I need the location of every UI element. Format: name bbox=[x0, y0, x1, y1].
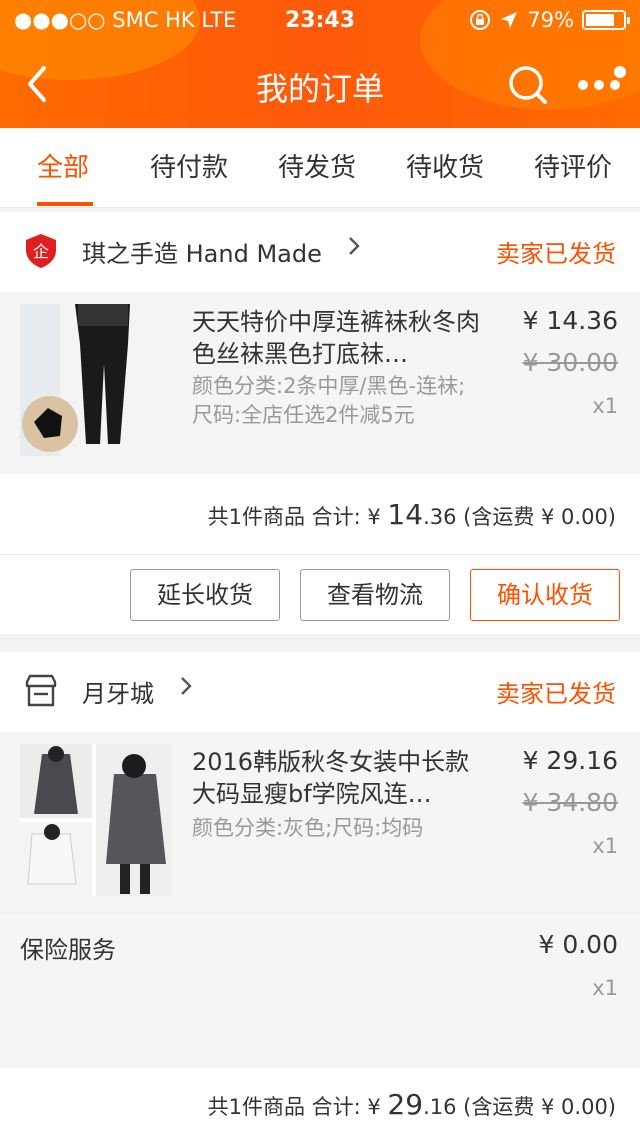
insurance-quantity: x1 bbox=[592, 976, 618, 1000]
summary-shipping: (含运费 ¥ 0.00) bbox=[456, 505, 616, 529]
tab-pending-review[interactable]: 待评价 bbox=[534, 128, 612, 208]
tab-pending-payment[interactable]: 待付款 bbox=[150, 128, 228, 208]
confirm-receipt-button[interactable]: 确认收货 bbox=[470, 569, 620, 621]
product-price: ¥ 29.16 bbox=[522, 746, 618, 775]
summary-shipping: (含运费 ¥ 0.00) bbox=[456, 1095, 616, 1119]
shop-name: 琪之手造 Hand Made bbox=[82, 240, 322, 268]
summary-amount-decimal: .36 bbox=[423, 505, 457, 529]
active-tab-indicator bbox=[37, 202, 93, 206]
more-dot-icon bbox=[578, 80, 588, 90]
order-summary: 共1件商品 合计: ¥ 14.36 (含运费 ¥ 0.00) bbox=[0, 474, 640, 554]
tab-all[interactable]: 全部 bbox=[37, 128, 89, 208]
product-price: ¥ 14.36 bbox=[522, 306, 618, 335]
summary-prefix: 共1件商品 合计: ¥ bbox=[207, 505, 388, 529]
summary-prefix: 共1件商品 合计: ¥ bbox=[207, 1095, 388, 1119]
summary-amount-decimal: .16 bbox=[423, 1095, 457, 1119]
more-dot-icon bbox=[610, 80, 620, 90]
original-price: ¥ 30.00 bbox=[522, 348, 618, 377]
insurance-price: ¥ 0.00 bbox=[538, 930, 618, 959]
shop-name: 月牙城 bbox=[82, 680, 154, 708]
summary-amount-integer: 29 bbox=[387, 1088, 424, 1121]
chevron-right-icon bbox=[178, 672, 194, 707]
chevron-right-icon bbox=[346, 232, 362, 267]
order-status: 卖家已发货 bbox=[496, 680, 616, 708]
product-quantity: x1 bbox=[592, 394, 618, 418]
product-image bbox=[20, 744, 172, 896]
order-item[interactable]: 天天特价中厚连裤袜秋冬肉色丝袜黑色打底袜… 颜色分类:2条中厚/黑色-连袜;尺码… bbox=[0, 292, 640, 472]
order-status: 卖家已发货 bbox=[496, 240, 616, 268]
order-summary: 共1件商品 合计: ¥ 29.16 (含运费 ¥ 0.00) bbox=[0, 1068, 640, 1136]
search-icon bbox=[509, 66, 547, 104]
search-button[interactable] bbox=[505, 62, 551, 108]
orientation-lock-icon bbox=[470, 10, 491, 30]
order-tabs: 全部 待付款 待发货 待收货 待评价 bbox=[0, 128, 640, 208]
location-arrow-icon bbox=[501, 12, 518, 28]
notification-dot-icon bbox=[614, 66, 626, 78]
enterprise-shield-icon: 企 bbox=[26, 234, 56, 268]
product-title: 天天特价中厚连裤袜秋冬肉色丝袜黑色打底袜… bbox=[192, 308, 480, 368]
more-button[interactable] bbox=[572, 62, 632, 108]
product-spec: 颜色分类:2条中厚/黑色-连袜;尺码:全店任选2件减5元 bbox=[192, 374, 466, 427]
store-icon bbox=[25, 674, 57, 707]
order-item[interactable]: 2016韩版秋冬女装中长款大码显瘦bf学院风连… 颜色分类:灰色;尺码:均码 ¥… bbox=[0, 732, 640, 912]
order-actions: 延长收货 查看物流 确认收货 bbox=[0, 554, 640, 634]
battery-icon bbox=[582, 10, 630, 30]
product-title: 2016韩版秋冬女装中长款大码显瘦bf学院风连… bbox=[192, 748, 470, 808]
tab-pending-shipment[interactable]: 待发货 bbox=[278, 128, 356, 208]
product-spec: 颜色分类:灰色;尺码:均码 bbox=[192, 816, 424, 840]
battery-percent: 79% bbox=[527, 8, 574, 32]
insurance-label: 保险服务 bbox=[20, 936, 116, 964]
status-bar: ●●●○○ SMC HK LTE 23:43 79% bbox=[0, 0, 640, 40]
shop-header[interactable]: 企 琪之手造 Hand Made 卖家已发货 bbox=[0, 212, 640, 292]
product-image-tights bbox=[20, 304, 172, 456]
summary-amount-integer: 14 bbox=[387, 498, 424, 531]
svg-text:企: 企 bbox=[33, 242, 49, 261]
product-quantity: x1 bbox=[592, 834, 618, 858]
more-dot-icon bbox=[594, 80, 604, 90]
product-image bbox=[20, 304, 172, 456]
view-logistics-button[interactable]: 查看物流 bbox=[300, 569, 450, 621]
shop-header[interactable]: 月牙城 卖家已发货 bbox=[0, 652, 640, 732]
tab-pending-receipt[interactable]: 待收货 bbox=[406, 128, 484, 208]
app-header: ●●●○○ SMC HK LTE 23:43 79% 我的订单 bbox=[0, 0, 640, 128]
insurance-service[interactable]: 保险服务 ¥ 0.00 x1 bbox=[0, 914, 640, 1066]
original-price: ¥ 34.80 bbox=[522, 788, 618, 817]
extend-receipt-button[interactable]: 延长收货 bbox=[130, 569, 280, 621]
product-image-coat bbox=[20, 744, 172, 896]
